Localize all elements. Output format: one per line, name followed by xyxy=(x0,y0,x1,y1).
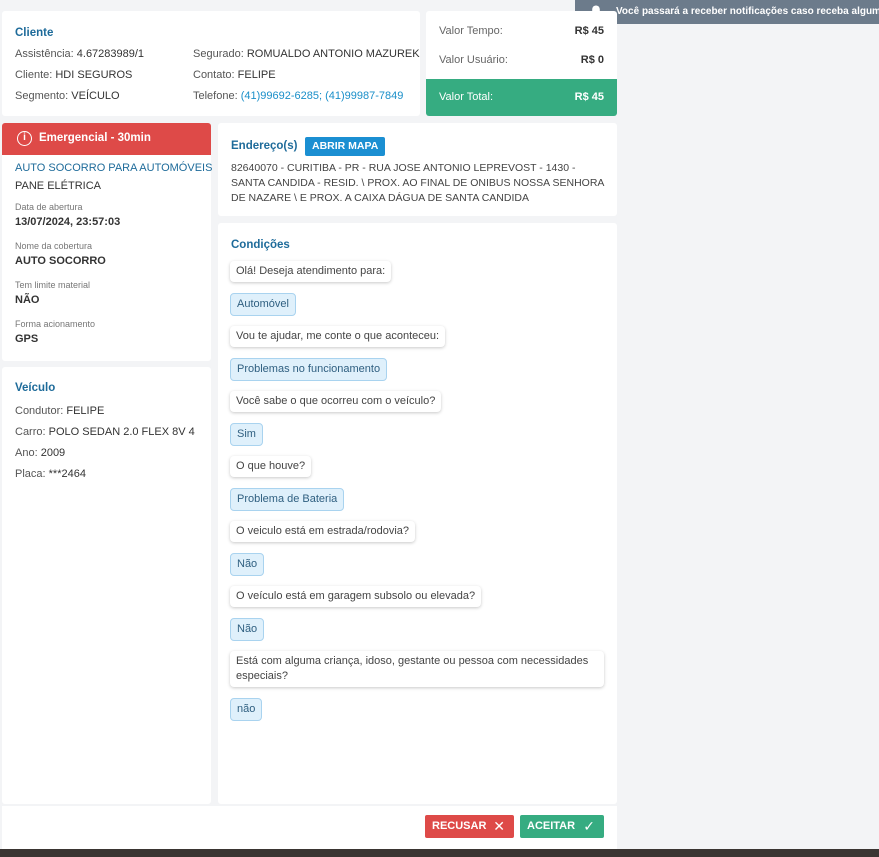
chat-answer: Automóvel xyxy=(230,293,296,316)
carro-row: Carro: POLO SEDAN 2.0 FLEX 8V 4 xyxy=(15,426,195,438)
bottom-bar xyxy=(0,849,879,857)
reject-button[interactable]: RECUSAR ✕ xyxy=(425,815,514,838)
contato-value: FELIPE xyxy=(237,69,276,81)
valor-usuario-row: Valor Usuário: R$ 0 xyxy=(439,54,604,66)
veiculo-card: Veículo Condutor: FELIPE Carro: POLO SED… xyxy=(2,367,211,804)
chat-answer: Problema de Bateria xyxy=(230,488,345,511)
cliente-title: Cliente xyxy=(15,27,54,39)
chat-question: Olá! Deseja atendimento para: xyxy=(230,261,392,282)
cliente-card: Cliente Assistência: 4.67283989/1 Client… xyxy=(2,11,420,116)
carro-value: POLO SEDAN 2.0 FLEX 8V 4 xyxy=(48,426,195,438)
valor-total-amount: R$ 45 xyxy=(574,91,604,103)
chat-answer: Sim xyxy=(230,423,263,446)
assistencia-row: Assistência: 4.67283989/1 xyxy=(15,48,145,60)
chat-question: Está com alguma criança, idoso, gestante… xyxy=(230,651,604,687)
condutor-row: Condutor: FELIPE xyxy=(15,405,105,417)
ano-row: Ano: 2009 xyxy=(15,447,66,459)
close-icon: ✕ xyxy=(493,818,505,834)
notification-text: Você passará a receber notificações caso… xyxy=(616,6,879,17)
chat-answer: Problemas no funcionamento xyxy=(230,358,388,381)
problem-name: PANE ELÉTRICA xyxy=(15,180,101,192)
accept-button[interactable]: ACEITAR ✓ xyxy=(520,815,604,838)
endereco-title: Endereço(s) xyxy=(231,140,298,152)
valor-usuario-amount: R$ 0 xyxy=(580,54,604,66)
contato-row: Contato: FELIPE xyxy=(193,69,276,81)
data-abertura-label: Data de abertura xyxy=(15,202,83,212)
data-abertura-value: 13/07/2024, 23:57:03 xyxy=(15,216,121,228)
valor-tempo-amount: R$ 45 xyxy=(574,25,604,37)
chat-question: O veículo está em garagem subsolo ou ele… xyxy=(230,586,482,607)
cliente-value: HDI SEGUROS xyxy=(55,69,133,81)
veiculo-title: Veículo xyxy=(15,382,56,394)
cobertura-label: Nome da cobertura xyxy=(15,241,93,251)
chat-question: O que houve? xyxy=(230,456,312,477)
forma-label: Forma acionamento xyxy=(15,319,96,329)
limite-label: Tem limite material xyxy=(15,280,91,290)
limite-value: NÃO xyxy=(15,294,40,306)
segurado-row: Segurado: ROMUALDO ANTONIO MAZUREK xyxy=(193,48,420,60)
chat-answer: não xyxy=(230,698,263,721)
open-map-button[interactable]: ABRIR MAPA xyxy=(305,137,386,156)
segmento-row: Segmento: VEÍCULO xyxy=(15,90,120,102)
condutor-value: FELIPE xyxy=(66,405,105,417)
urgency-header: i Emergencial - 30min xyxy=(2,123,211,155)
valor-tempo-row: Valor Tempo: R$ 45 xyxy=(439,25,604,37)
service-name: AUTO SOCORRO PARA AUTOMÓVEIS xyxy=(15,162,213,174)
action-footer: RECUSAR ✕ ACEITAR ✓ xyxy=(2,806,617,849)
info-icon: i xyxy=(17,131,32,146)
notification-banner[interactable]: Você passará a receber notificações caso… xyxy=(575,0,879,24)
assistencia-value: 4.67283989/1 xyxy=(76,48,145,60)
placa-value: ***2464 xyxy=(48,468,86,480)
chat-answer: Não xyxy=(230,553,265,576)
endereco-text: 82640070 - CURITIBA - PR - RUA JOSE ANTO… xyxy=(231,162,604,204)
chat-question: Você sabe o que ocorreu com o veículo? xyxy=(230,391,442,412)
endereco-card: Endereço(s) ABRIR MAPA 82640070 - CURITI… xyxy=(218,123,617,216)
valor-total-row: Valor Total: R$ 45 xyxy=(426,79,617,116)
telefone-link[interactable]: (41)99692-6285; (41)99987-7849 xyxy=(241,90,404,102)
urgency-label: Emergencial - 30min xyxy=(39,132,151,144)
segurado-value: ROMUALDO ANTONIO MAZUREK xyxy=(246,48,420,60)
chat-question: O veiculo está em estrada/rodovia? xyxy=(230,521,416,542)
forma-value: GPS xyxy=(15,333,39,345)
atendimento-card: AUTO SOCORRO PARA AUTOMÓVEIS PANE ELÉTRI… xyxy=(2,155,213,361)
placa-row: Placa: ***2464 xyxy=(15,468,86,480)
cobertura-value: AUTO SOCORRO xyxy=(15,255,106,267)
valores-card: Valor Tempo: R$ 45 Valor Usuário: R$ 0 V… xyxy=(426,11,617,116)
chat-answer: Não xyxy=(230,618,265,641)
cliente-row: Cliente: HDI SEGUROS xyxy=(15,69,133,81)
ano-value: 2009 xyxy=(40,447,66,459)
telefone-row: Telefone: (41)99692-6285; (41)99987-7849 xyxy=(193,90,404,102)
segmento-value: VEÍCULO xyxy=(71,90,120,102)
check-icon: ✓ xyxy=(583,818,595,834)
chat-question: Vou te ajudar, me conte o que aconteceu: xyxy=(230,326,446,347)
condicoes-card: Condições Olá! Deseja atendimento para: … xyxy=(218,223,617,804)
condicoes-title: Condições xyxy=(231,239,290,251)
